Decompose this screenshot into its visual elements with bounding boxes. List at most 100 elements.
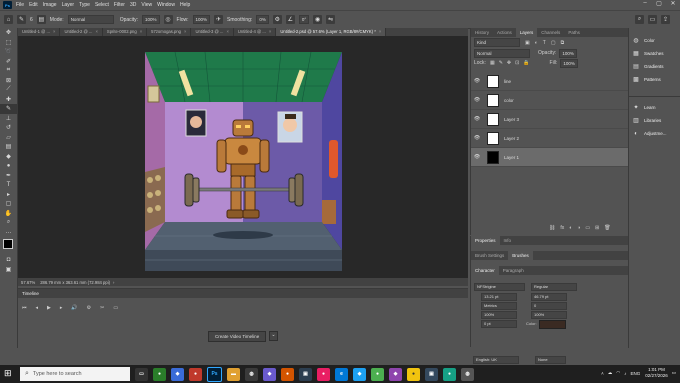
app-icon-teal[interactable]: ● <box>443 367 456 381</box>
dock-color[interactable]: ◍ Color <box>629 34 680 47</box>
app-icon-slate[interactable]: ▣ <box>425 367 438 381</box>
tab-untitled-1[interactable]: Untitled-1 @ ... × <box>18 28 61 36</box>
next-frame-icon[interactable]: ▸ <box>60 305 63 311</box>
quick-mask-icon[interactable]: ◘ <box>0 255 17 265</box>
tab-actions[interactable]: Actions <box>493 28 516 37</box>
brush-panel-icon[interactable]: ▤ <box>36 15 46 24</box>
app-icon-lime[interactable]: ● <box>371 367 384 381</box>
file-explorer-icon[interactable]: ▬ <box>227 367 240 381</box>
tab-active-document[interactable]: Untitled-2.psd @ 57.6% (Layer 1, RGB/8#/… <box>276 28 387 36</box>
app-icon-yellow[interactable]: ● <box>407 367 420 381</box>
chevron-up-icon[interactable]: ˄ <box>601 371 604 376</box>
dodge-tool-icon[interactable]: ● <box>0 161 17 171</box>
dock-libraries[interactable]: ▥ Libraries <box>629 114 680 127</box>
tab-info[interactable]: Info <box>500 236 516 245</box>
shape-tool-icon[interactable]: ▢ <box>0 199 17 209</box>
gradient-tool-icon[interactable]: ▤ <box>0 142 17 152</box>
close-icon[interactable]: × <box>226 29 228 34</box>
blur-tool-icon[interactable]: ◆ <box>0 152 17 162</box>
symmetry-icon[interactable]: ⇋ <box>326 15 336 24</box>
tab-untitled-2[interactable]: Untitled-2 @ ... × <box>60 28 103 36</box>
lock-artboard-icon[interactable]: ⊡ <box>515 60 519 66</box>
filter-type-icon[interactable]: T <box>543 40 546 46</box>
tab-history[interactable]: History <box>471 28 493 37</box>
close-icon[interactable]: × <box>269 29 271 34</box>
opacity-field[interactable]: 100% <box>142 15 160 24</box>
app-icon-cyan[interactable]: ◆ <box>353 367 366 381</box>
eraser-tool-icon[interactable]: ▱ <box>0 133 17 143</box>
app-icon-red[interactable]: ● <box>189 367 202 381</box>
chevron-right-icon[interactable]: › <box>113 280 114 285</box>
leading-field[interactable]: 46.79 pt <box>531 293 567 301</box>
close-icon[interactable]: × <box>140 29 142 34</box>
dock-adjustments[interactable]: ◐ Adjustme... <box>629 127 680 140</box>
menu-file[interactable]: File <box>16 2 24 8</box>
close-icon[interactable]: × <box>184 29 186 34</box>
close-icon[interactable]: × <box>379 29 381 34</box>
menu-view[interactable]: View <box>141 2 152 8</box>
tab-brush-settings[interactable]: Brush Settings <box>471 251 508 260</box>
windows-start-icon[interactable]: ⊞ <box>4 368 12 379</box>
menu-layer[interactable]: Layer <box>62 2 75 8</box>
maximize-button[interactable]: ▢ <box>652 0 666 7</box>
screen-mode-icon[interactable]: ▣ <box>0 265 17 275</box>
document-canvas[interactable] <box>145 52 342 271</box>
tab-layers[interactable]: Layers <box>515 28 538 37</box>
antialias-select[interactable]: None <box>535 356 566 364</box>
font-style-select[interactable]: Regular <box>531 283 577 291</box>
filter-adjust-icon[interactable]: ◐ <box>535 40 538 46</box>
type-tool-icon[interactable]: T <box>0 180 17 190</box>
first-frame-icon[interactable]: ⏮ <box>22 305 27 311</box>
brush-tool-icon[interactable]: ✎ <box>17 15 26 24</box>
font-family-select[interactable]: NFStrigine <box>474 283 525 291</box>
adjustment-layer-icon[interactable]: ◑ <box>577 225 580 231</box>
menu-3d[interactable]: 3D <box>130 2 136 8</box>
app-icon-grey[interactable]: ◍ <box>461 367 474 381</box>
more-tools-icon[interactable]: … <box>0 228 17 238</box>
cloud-icon[interactable]: ☁ <box>608 370 613 376</box>
prev-frame-icon[interactable]: ◂ <box>36 305 39 311</box>
app-icon-gray[interactable]: ◍ <box>245 367 258 381</box>
workspace-icon[interactable]: ▭ <box>648 15 657 24</box>
menu-window[interactable]: Window <box>157 2 175 8</box>
frame-tool-icon[interactable]: ⊠ <box>0 76 17 86</box>
tab-paragraph[interactable]: Paragraph <box>499 266 528 275</box>
gear-icon[interactable]: ⚙ <box>272 15 282 24</box>
layer-row-line[interactable]: 👁 line <box>471 72 628 91</box>
eye-icon[interactable]: 👁 <box>471 116 483 122</box>
lock-position-icon[interactable]: ✥ <box>507 60 511 66</box>
layer-row-layer-3[interactable]: 👁 Layer 3 <box>471 110 628 129</box>
dock-gradients[interactable]: ▤ Gradients <box>629 60 680 73</box>
layer-opacity-field[interactable]: 100% <box>559 48 577 58</box>
tracking-field[interactable]: 0 <box>531 302 567 310</box>
tab-character[interactable]: Character <box>471 266 499 275</box>
lasso-tool-icon[interactable]: ➰ <box>0 47 17 57</box>
audio-icon[interactable]: 🔊 <box>71 305 77 311</box>
airbrush-icon[interactable]: ✈ <box>214 15 224 24</box>
search-icon[interactable]: ⌕ <box>635 15 644 24</box>
dock-swatches[interactable]: ▦ Swatches <box>629 47 680 60</box>
dock-learn[interactable]: ✦ Learn <box>629 101 680 114</box>
task-view-icon[interactable]: ▭ <box>135 367 148 381</box>
app-icon-blue[interactable]: ◆ <box>171 367 184 381</box>
zoom-level[interactable]: 57.67% <box>21 280 35 285</box>
menu-select[interactable]: Select <box>95 2 109 8</box>
eyedropper-tool-icon[interactable]: ⟋ <box>0 85 17 95</box>
taskbar-search-box[interactable]: ⌕ Type here to search <box>20 367 130 381</box>
vertical-scale-field[interactable]: 100% <box>481 311 517 319</box>
create-video-timeline-button[interactable]: Create Video Timeline <box>208 331 267 342</box>
blend-mode-select[interactable]: Normal <box>474 48 530 58</box>
edge-icon[interactable]: e <box>335 367 348 381</box>
transition-icon[interactable]: ▭ <box>113 305 118 311</box>
tab-brushes[interactable]: Brushes <box>508 251 533 260</box>
hand-tool-icon[interactable]: ✋ <box>0 209 17 219</box>
path-select-tool-icon[interactable]: ▸ <box>0 190 17 200</box>
lock-pixels-icon[interactable]: ▦ <box>490 60 495 66</box>
filter-pixel-icon[interactable]: ▣ <box>525 40 530 46</box>
close-button[interactable]: ✕ <box>666 0 680 7</box>
app-icon-green[interactable]: ● <box>153 367 166 381</box>
crop-tool-icon[interactable]: ⌗ <box>0 66 17 76</box>
app-icon-purple[interactable]: ◆ <box>263 367 276 381</box>
share-icon[interactable]: ⇪ <box>661 15 670 24</box>
filter-shape-icon[interactable]: ▢ <box>551 40 556 46</box>
